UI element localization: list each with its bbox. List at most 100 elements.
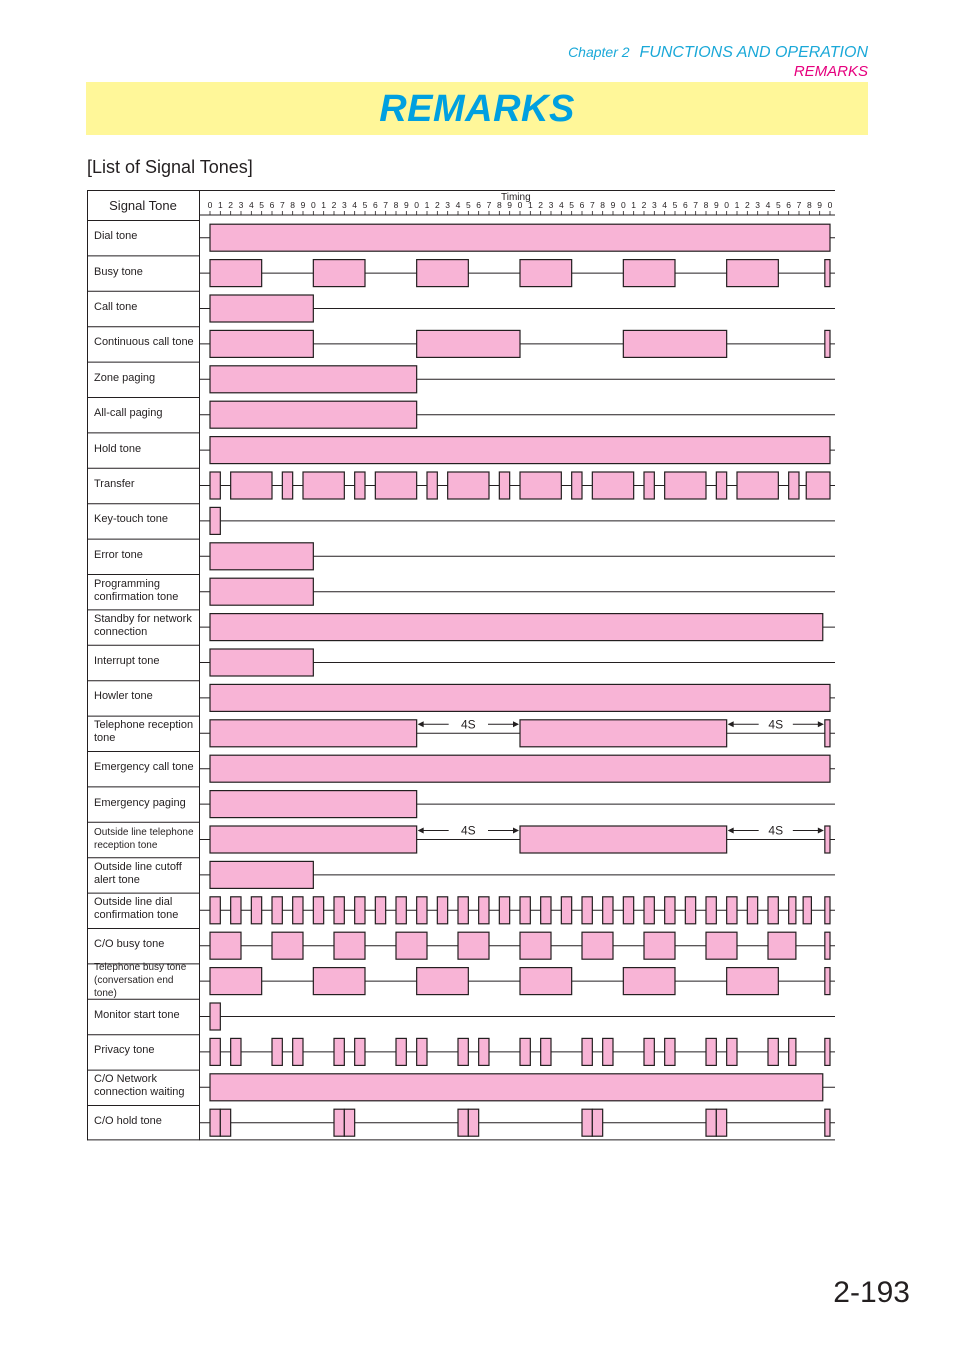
timing-tick-label: 8 bbox=[290, 200, 295, 210]
timing-tick-label: 0 bbox=[208, 200, 213, 210]
chapter-title: FUNCTIONS AND OPERATION bbox=[639, 44, 868, 61]
timing-tick-label: 0 bbox=[724, 200, 729, 210]
signal-pulse bbox=[705, 931, 738, 960]
signal-pulse bbox=[581, 1108, 593, 1137]
signal-pulse bbox=[478, 1037, 490, 1067]
signal-tone-label: Error tone bbox=[94, 548, 143, 561]
signal-pulse bbox=[209, 223, 831, 252]
signal-pulse bbox=[715, 1108, 728, 1137]
signal-pulse bbox=[519, 471, 562, 500]
signal-pulse bbox=[209, 1037, 221, 1067]
signal-pulse bbox=[271, 1037, 283, 1067]
signal-pulse bbox=[209, 896, 221, 925]
timing-tick-label: 7 bbox=[797, 200, 802, 210]
signal-pulse bbox=[643, 931, 676, 960]
signal-pulse bbox=[312, 966, 366, 996]
signal-pulse bbox=[416, 329, 521, 358]
signal-pulse bbox=[788, 896, 797, 925]
signal-pulse bbox=[416, 896, 428, 925]
timing-tick-label: 1 bbox=[735, 200, 740, 210]
signal-pulse bbox=[726, 896, 738, 925]
arrow-head-right bbox=[513, 721, 519, 728]
timing-tick-label: 5 bbox=[363, 200, 368, 210]
signal-pulse bbox=[664, 1037, 676, 1067]
signal-pulse bbox=[519, 896, 531, 925]
timing-tick-label: 1 bbox=[631, 200, 636, 210]
signal-pulse bbox=[705, 1108, 717, 1137]
signal-pulse bbox=[705, 1037, 717, 1067]
signal-pulse bbox=[519, 1037, 531, 1067]
signal-pulse bbox=[802, 896, 813, 925]
signal-pulse bbox=[622, 329, 728, 358]
timing-tick-label: 3 bbox=[549, 200, 554, 210]
signal-tone-label: Transfer bbox=[94, 478, 135, 490]
signal-pulse bbox=[581, 1037, 593, 1067]
signal-pulse bbox=[540, 896, 552, 925]
timing-tick-label: 0 bbox=[311, 200, 316, 210]
duration-annotation: 4S bbox=[461, 824, 476, 838]
signal-pulse bbox=[571, 471, 583, 500]
page-number: 2-193 bbox=[833, 1276, 910, 1309]
signal-tone-label: Call tone bbox=[94, 301, 138, 313]
signal-pulse bbox=[643, 896, 655, 925]
timing-tick-label: 3 bbox=[652, 200, 657, 210]
timing-tick-label: 5 bbox=[259, 200, 264, 210]
signal-tone-label: Emergency call tone bbox=[94, 761, 194, 774]
timing-tick-label: 5 bbox=[776, 200, 781, 210]
signal-pulse bbox=[824, 1037, 831, 1067]
timing-tick-label: 4 bbox=[766, 200, 771, 210]
timing-tick-label: 4 bbox=[456, 200, 461, 210]
timing-tick-label: 3 bbox=[755, 200, 760, 210]
signal-pulse bbox=[250, 896, 263, 925]
signal-pulse bbox=[333, 896, 345, 925]
signal-pulse bbox=[209, 365, 418, 394]
arrow-head-left bbox=[727, 827, 734, 834]
signal-pulse bbox=[436, 896, 449, 925]
signal-pulse bbox=[824, 825, 831, 854]
signal-tone-label: Hold tone bbox=[94, 442, 142, 455]
signal-pulse bbox=[333, 1037, 345, 1067]
signal-pulse bbox=[591, 1108, 604, 1137]
signal-pulse bbox=[726, 258, 779, 288]
signal-pulse bbox=[498, 471, 511, 500]
signal-pulse bbox=[230, 896, 242, 925]
signal-pulse bbox=[209, 471, 221, 500]
signal-pulse bbox=[684, 896, 697, 925]
timing-tick-label: 5 bbox=[569, 200, 574, 210]
signal-pulse bbox=[343, 1108, 356, 1137]
timing-tick-label: 6 bbox=[476, 200, 481, 210]
signal-tone-label: All-call paging bbox=[94, 407, 163, 420]
signal-pulse bbox=[271, 931, 304, 960]
timing-tick-label: 1 bbox=[425, 200, 430, 210]
signal-pulse bbox=[726, 1037, 738, 1067]
signal-pulse bbox=[292, 1037, 304, 1067]
signal-pulse bbox=[219, 1108, 232, 1137]
signal-pulse bbox=[209, 683, 831, 712]
signal-pulse bbox=[230, 471, 273, 500]
signal-pulse bbox=[395, 896, 407, 925]
timing-tick-label: 6 bbox=[786, 200, 791, 210]
timing-tick-label: 1 bbox=[218, 200, 223, 210]
signal-tone-label: Privacy tone bbox=[94, 1044, 155, 1057]
signal-pulse bbox=[824, 719, 831, 748]
timing-tick-label: 7 bbox=[590, 200, 595, 210]
signal-pulse bbox=[519, 719, 728, 748]
timing-tick-label: 6 bbox=[373, 200, 378, 210]
signal-tone-label: Standby for network connection bbox=[94, 613, 192, 639]
title-banner: REMARKS bbox=[86, 82, 868, 135]
signal-pulse bbox=[209, 1108, 221, 1137]
timing-tick-label: 9 bbox=[404, 200, 409, 210]
signal-pulse bbox=[209, 1002, 221, 1031]
timing-tick-label: 3 bbox=[239, 200, 244, 210]
signal-pulse bbox=[354, 1037, 366, 1067]
signal-pulse bbox=[767, 896, 779, 925]
timing-tick-label: 5 bbox=[673, 200, 678, 210]
signal-pulse bbox=[209, 613, 824, 642]
signal-pulse bbox=[457, 896, 469, 925]
signal-tone-label: Interrupt tone bbox=[94, 655, 160, 667]
signal-pulse bbox=[312, 258, 366, 288]
signal-pulse bbox=[622, 258, 676, 288]
signal-tone-label: Dial tone bbox=[94, 230, 138, 243]
signal-tone-label: Telephone reception tone bbox=[94, 719, 194, 745]
signal-pulse bbox=[705, 896, 717, 925]
